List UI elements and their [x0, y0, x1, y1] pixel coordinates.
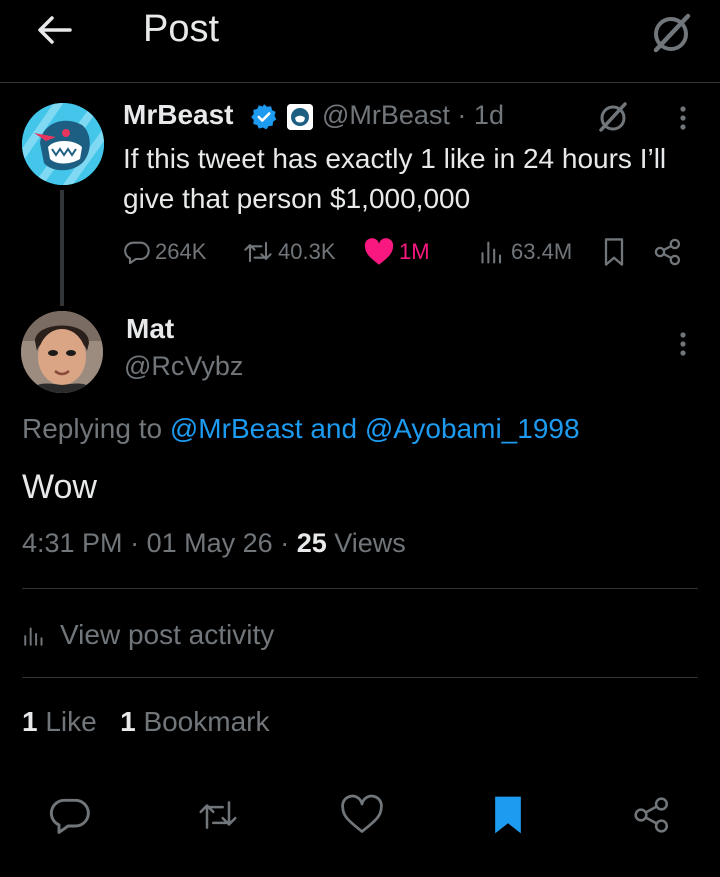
author-name[interactable]: Mat — [126, 313, 174, 345]
share-icon[interactable] — [630, 793, 674, 837]
replying-to-users-link[interactable]: @MrBeast and @Ayobami_1998 — [170, 413, 580, 444]
engagement-summary: 1 Like 1 Bookmark — [22, 706, 269, 738]
repost-icon — [244, 241, 272, 263]
heart-icon[interactable] — [340, 793, 384, 837]
heart-icon — [364, 238, 394, 265]
view-activity-link[interactable]: View post activity — [22, 617, 274, 653]
views-count: 25 — [296, 528, 327, 558]
avatar[interactable] — [22, 103, 104, 185]
affiliate-badge-icon[interactable] — [287, 104, 313, 130]
meta-separator: · — [280, 528, 290, 558]
reply-icon — [124, 241, 150, 265]
views-icon — [24, 627, 43, 646]
post-date[interactable]: 01 May 26 — [147, 528, 273, 558]
divider — [22, 677, 698, 678]
grok-icon[interactable] — [596, 100, 630, 134]
handle-time[interactable]: @MrBeast · 1d — [322, 100, 504, 131]
thread-connector — [60, 190, 64, 306]
repost-count: 40.3K — [278, 239, 336, 264]
divider — [22, 588, 698, 589]
likes-count: 1 — [22, 706, 38, 737]
author-handle[interactable]: @RcVybz — [124, 351, 243, 382]
more-vertical-icon[interactable] — [668, 326, 698, 362]
tweet-text: Wow — [22, 468, 97, 506]
page-title: Post — [143, 8, 220, 50]
avatar[interactable] — [21, 311, 103, 393]
share-icon[interactable] — [652, 235, 684, 269]
views-icon — [481, 241, 502, 264]
grok-icon[interactable] — [648, 10, 694, 56]
replying-to-label: Replying to — [22, 413, 163, 444]
bookmarks-count: 1 — [120, 706, 136, 737]
back-arrow-icon[interactable] — [34, 10, 74, 50]
post-meta: 4:31 PM · 01 May 26 · 25 Views — [22, 528, 406, 559]
views-count: 63.4M — [511, 239, 573, 264]
likes-summary[interactable]: 1 Like — [22, 706, 97, 737]
reply-stat[interactable]: 264K — [123, 235, 206, 269]
repost-icon[interactable] — [196, 793, 240, 837]
bookmarks-summary[interactable]: 1 Bookmark — [120, 706, 269, 737]
verified-icon — [250, 103, 278, 131]
post-time[interactable]: 4:31 PM — [22, 528, 123, 558]
meta-separator: · — [130, 528, 140, 558]
more-vertical-icon[interactable] — [668, 100, 698, 136]
author-name[interactable]: MrBeast — [123, 99, 233, 131]
views-label: Views — [334, 528, 406, 558]
reply-count: 264K — [155, 239, 207, 264]
like-count: 1M — [399, 239, 430, 264]
views-stat[interactable]: 63.4M — [479, 235, 572, 269]
like-stat[interactable]: 1M — [363, 235, 430, 269]
bookmark-icon[interactable] — [486, 793, 530, 837]
view-activity-label: View post activity — [60, 619, 275, 650]
header-divider — [0, 82, 720, 83]
reply-icon[interactable] — [48, 793, 92, 837]
replying-to: Replying to @MrBeast and @Ayobami_1998 — [22, 413, 580, 445]
bookmarks-label: Bookmark — [143, 706, 270, 737]
likes-label: Like — [45, 706, 97, 737]
repost-stat[interactable]: 40.3K — [242, 235, 336, 269]
tweet-text: If this tweet has exactly 1 like in 24 h… — [123, 143, 667, 214]
bookmark-icon[interactable] — [600, 236, 628, 268]
